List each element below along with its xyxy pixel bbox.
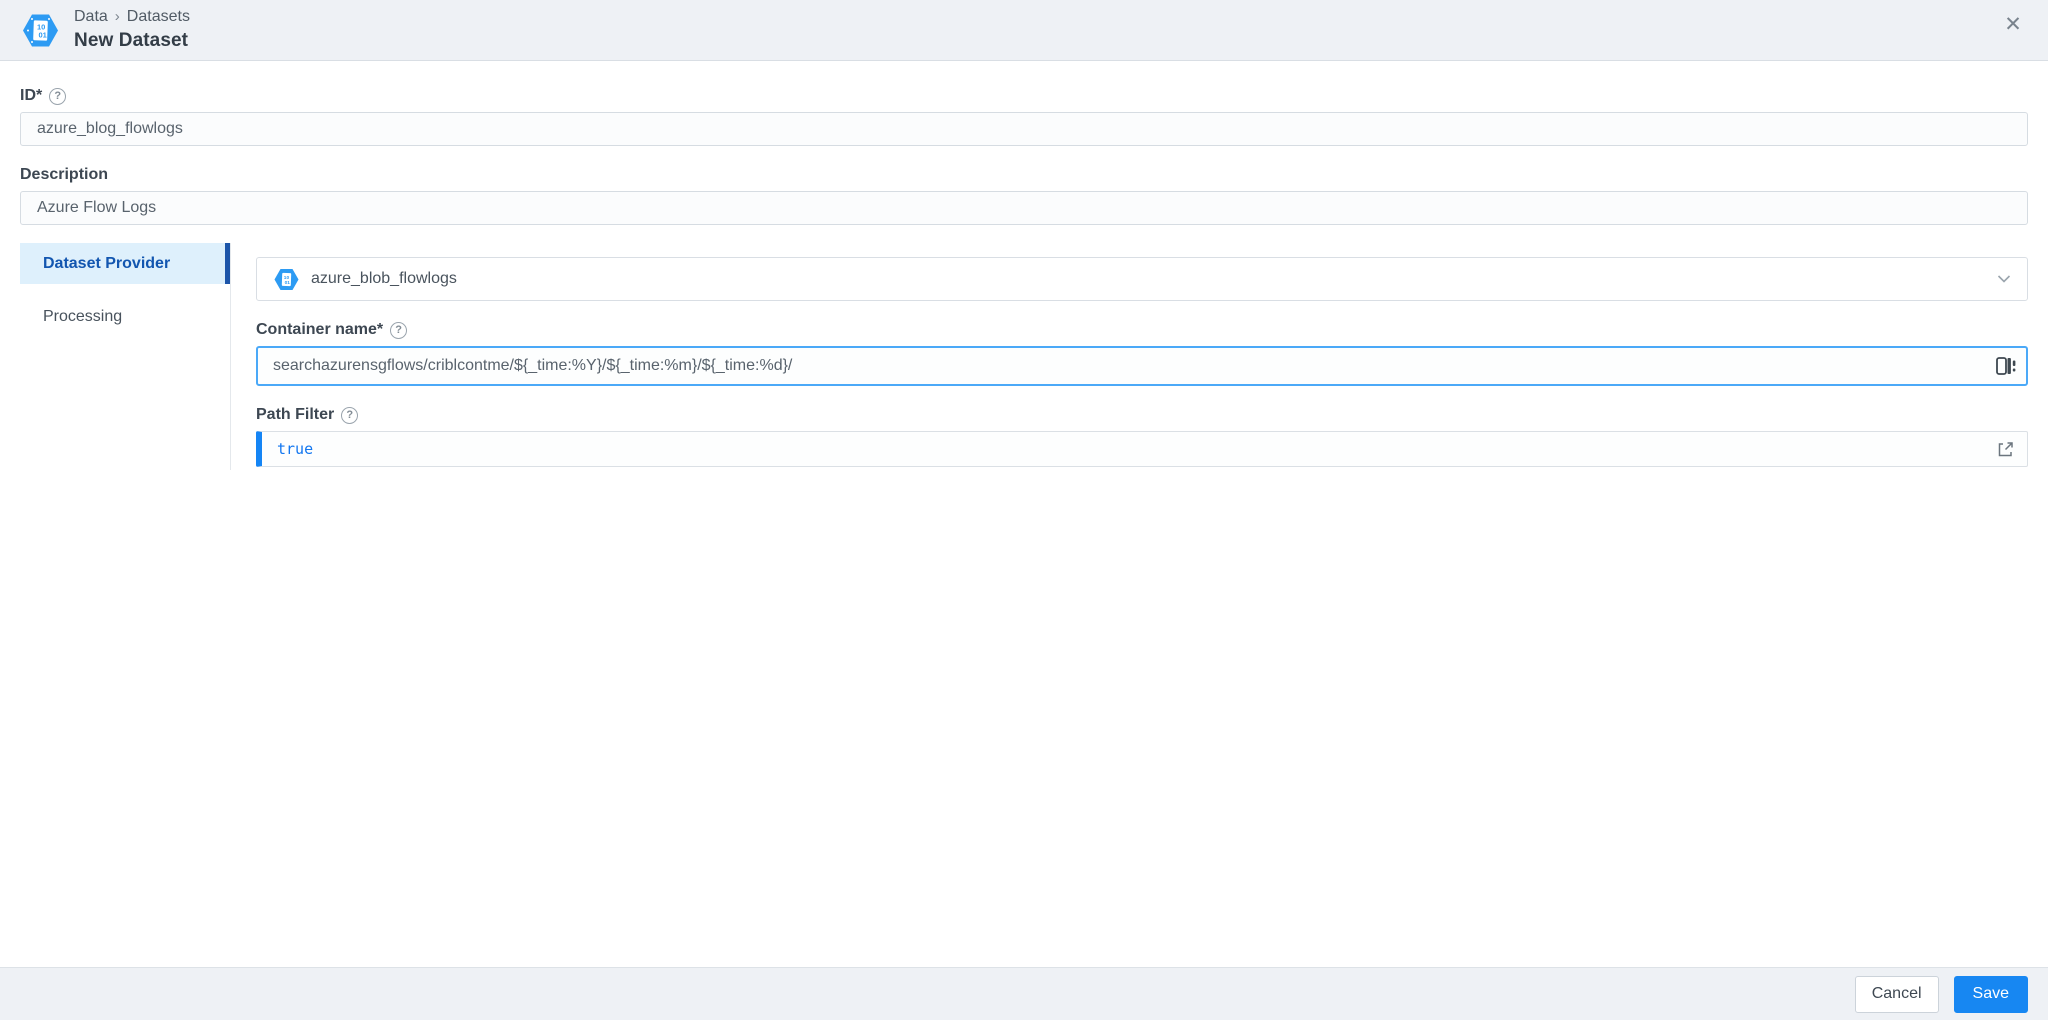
breadcrumb: Data › Datasets (74, 8, 190, 26)
header-titles: Data › Datasets New Dataset (74, 8, 190, 51)
chevron-down-icon (1997, 275, 2011, 284)
provider-select[interactable]: 10 01 azure_blob_flowlogs (256, 257, 2028, 301)
id-label: ID* (20, 87, 42, 105)
breadcrumb-separator: › (115, 8, 120, 25)
footer: Cancel Save (0, 967, 2048, 1020)
tab-label: Dataset Provider (43, 255, 170, 273)
id-label-row: ID* ? (20, 87, 2028, 105)
insert-variable-icon[interactable] (1990, 352, 2022, 380)
help-icon[interactable]: ? (49, 88, 66, 105)
container-name-input[interactable] (256, 346, 2028, 386)
breadcrumb-data[interactable]: Data (74, 8, 108, 26)
provider-select-value: azure_blob_flowlogs (311, 270, 457, 288)
svg-text:01: 01 (285, 280, 291, 286)
description-label: Description (20, 166, 108, 184)
save-button[interactable]: Save (1954, 976, 2028, 1013)
sidebar-divider (230, 243, 231, 470)
description-label-row: Description (20, 166, 2028, 184)
breadcrumb-datasets[interactable]: Datasets (127, 8, 190, 26)
new-dataset-modal: 10 01 Data › Datasets New Dataset ✕ ID* … (0, 0, 2048, 1020)
tab-label: Processing (43, 308, 122, 326)
path-filter-label-row: Path Filter ? (256, 406, 2028, 424)
header: 10 01 Data › Datasets New Dataset ✕ (0, 0, 2048, 61)
page-title: New Dataset (74, 30, 190, 52)
content: Dataset Provider Processing 10 01 azure_… (0, 243, 2048, 470)
help-icon[interactable]: ? (390, 322, 407, 339)
path-filter-editor[interactable]: true (256, 431, 2028, 467)
form-top: ID* ? Description (0, 87, 2048, 225)
cancel-button[interactable]: Cancel (1855, 976, 1939, 1013)
help-icon[interactable]: ? (341, 407, 358, 424)
tab-sidebar: Dataset Provider Processing (20, 243, 230, 337)
tab-dataset-provider[interactable]: Dataset Provider (20, 243, 230, 284)
path-filter-label: Path Filter (256, 406, 334, 424)
dataset-logo-icon: 10 01 (20, 10, 61, 51)
container-name-label: Container name* (256, 321, 383, 339)
dataset-hexagon-icon: 10 01 (273, 267, 300, 292)
container-label-row: Container name* ? (256, 321, 2028, 339)
provider-panel: 10 01 azure_blob_flowlogs Container name… (256, 243, 2028, 467)
id-input[interactable] (20, 112, 2028, 146)
svg-text:01: 01 (39, 30, 47, 39)
path-filter-value[interactable]: true (277, 440, 313, 458)
close-icon[interactable]: ✕ (1998, 9, 2028, 39)
description-input[interactable] (20, 191, 2028, 225)
expand-editor-icon[interactable] (1989, 435, 2021, 463)
container-input-wrap (256, 346, 2028, 386)
tab-processing[interactable]: Processing (20, 296, 230, 337)
